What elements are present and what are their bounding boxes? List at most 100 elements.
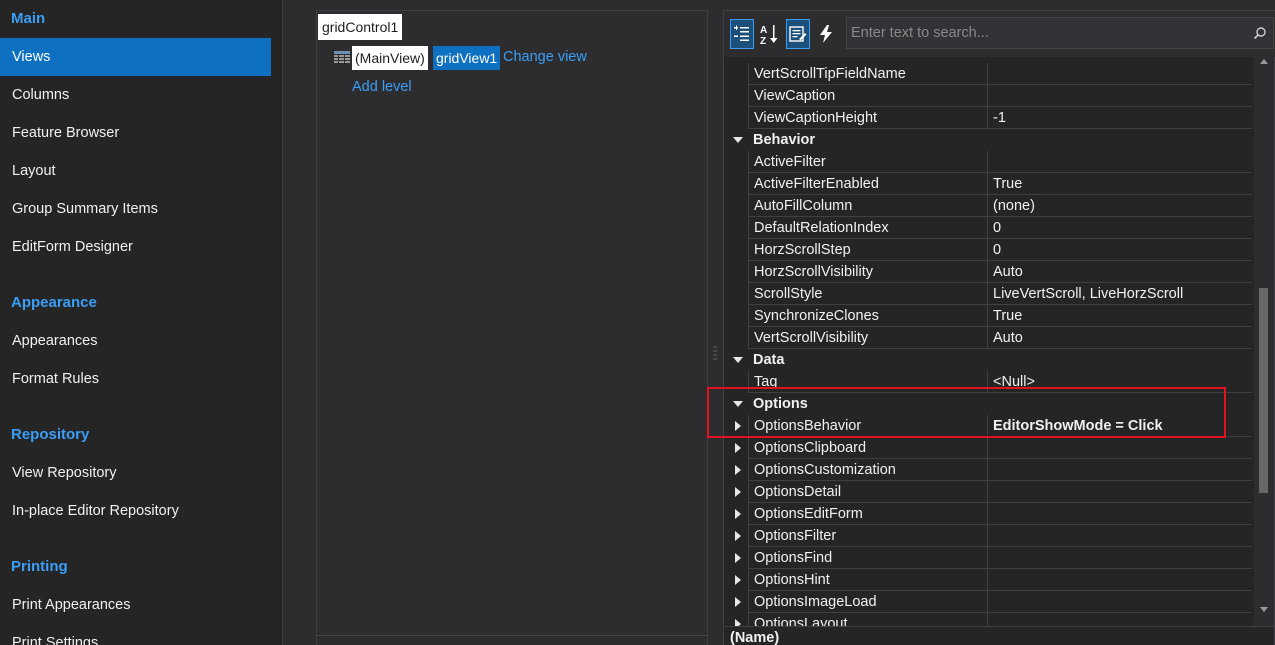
nav-item-print-appearances[interactable]: Print Appearances [0, 586, 271, 624]
level-designer-bottom-border [316, 635, 708, 636]
nav-item-view-repository[interactable]: View Repository [0, 454, 271, 492]
property-value[interactable]: True [988, 173, 1252, 195]
property-row-horzscrollvisibility[interactable]: HorzScrollVisibility Auto [724, 261, 1254, 283]
property-name: VertScrollTipFieldName [748, 63, 988, 85]
property-row-optionscustomization[interactable]: OptionsCustomization [724, 459, 1254, 481]
scroll-up-icon[interactable] [1259, 57, 1269, 65]
nav-item-group-summary-items[interactable]: Group Summary Items [0, 190, 271, 228]
property-value[interactable] [988, 459, 1252, 481]
grid-control-node[interactable]: gridControl1 [318, 14, 403, 40]
property-name: AutoFillColumn [748, 195, 988, 217]
property-row-optionsfilter[interactable]: OptionsFilter [724, 525, 1254, 547]
description-panel: (Name) [724, 626, 1274, 645]
property-value[interactable]: 0 [988, 217, 1252, 239]
property-value[interactable] [988, 437, 1252, 459]
property-value[interactable] [988, 503, 1252, 525]
expand-arrow-icon[interactable] [732, 569, 746, 591]
navigation-panel: Main Views Columns Feature Browser Layou… [0, 0, 283, 645]
events-button[interactable] [814, 19, 838, 49]
category-row-behavior[interactable]: Behavior [724, 129, 1254, 151]
property-value[interactable]: -1 [988, 107, 1252, 129]
property-value[interactable] [988, 151, 1252, 173]
scrollbar-thumb[interactable] [1259, 288, 1268, 493]
property-row-defaultrelationindex[interactable]: DefaultRelationIndex 0 [724, 217, 1254, 239]
collapse-arrow-icon[interactable] [732, 349, 746, 371]
property-value[interactable]: 0 [988, 239, 1252, 261]
categorized-icon [734, 25, 749, 41]
expand-arrow-icon[interactable] [732, 437, 746, 459]
property-value[interactable] [988, 481, 1252, 503]
property-value[interactable]: True [988, 305, 1252, 327]
change-view-link[interactable]: Change view [503, 49, 587, 65]
property-value[interactable]: LiveVertScroll, LiveHorzScroll [988, 283, 1252, 305]
nav-item-in-place-editor-repository[interactable]: In-place Editor Repository [0, 492, 271, 530]
search-input[interactable] [851, 18, 1241, 48]
property-name: OptionsDetail [748, 481, 988, 503]
nav-header-printing: Printing [11, 558, 68, 575]
property-value[interactable] [988, 569, 1252, 591]
property-row-vertscrollvisibility[interactable]: VertScrollVisibility Auto [724, 327, 1254, 349]
property-rows: VertScrollTipFieldName ViewCaption ViewCap… [724, 51, 1254, 626]
property-row-optionslayout[interactable]: OptionsLayout [724, 613, 1254, 626]
property-row-optionsdetail[interactable]: OptionsDetail [724, 481, 1254, 503]
property-name: OptionsClipboard [748, 437, 988, 459]
property-row-synchronizeclones[interactable]: SynchronizeClones True [724, 305, 1254, 327]
categorized-button[interactable] [730, 19, 754, 49]
expand-arrow-icon[interactable] [732, 547, 746, 569]
property-value[interactable] [988, 85, 1252, 107]
grid-view-icon [334, 51, 350, 63]
splitter-grip-icon[interactable] [713, 345, 717, 361]
nav-item-columns[interactable]: Columns [0, 76, 271, 114]
property-value[interactable]: Auto [988, 327, 1252, 349]
nav-item-format-rules[interactable]: Format Rules [0, 360, 271, 398]
vertical-scrollbar[interactable] [1254, 51, 1274, 626]
nav-item-editform-designer[interactable]: EditForm Designer [0, 228, 271, 266]
property-row-vertscrolltipfieldname[interactable]: VertScrollTipFieldName [724, 63, 1254, 85]
category-label: Data [753, 352, 785, 368]
nav-item-layout[interactable]: Layout [0, 152, 271, 190]
properties-button[interactable] [786, 19, 810, 49]
expand-arrow-icon[interactable] [732, 503, 746, 525]
lightning-icon [820, 25, 832, 43]
nav-item-appearances[interactable]: Appearances [0, 322, 271, 360]
alphabetical-button[interactable]: A Z [758, 19, 782, 49]
expand-arrow-icon[interactable] [732, 481, 746, 503]
property-value[interactable] [988, 525, 1252, 547]
property-row-optionseditform[interactable]: OptionsEditForm [724, 503, 1254, 525]
nav-item-print-settings[interactable]: Print Settings [0, 624, 271, 645]
property-name: ActiveFilterEnabled [748, 173, 988, 195]
expand-arrow-icon[interactable] [732, 459, 746, 481]
sort-az-icon: A Z [760, 25, 778, 45]
property-value[interactable] [988, 63, 1252, 85]
scroll-down-icon[interactable] [1259, 606, 1269, 614]
property-row-activefilterenabled[interactable]: ActiveFilterEnabled True [724, 173, 1254, 195]
add-level-link[interactable]: Add level [352, 79, 412, 95]
property-row-autofillcolumn[interactable]: AutoFillColumn (none) [724, 195, 1254, 217]
property-value[interactable] [988, 613, 1252, 626]
property-row-horzscrollstep[interactable]: HorzScrollStep 0 [724, 239, 1254, 261]
property-value[interactable]: (none) [988, 195, 1252, 217]
property-row-optionsclipboard[interactable]: OptionsClipboard [724, 437, 1254, 459]
nav-item-views[interactable]: Views [0, 38, 271, 76]
expand-arrow-icon[interactable] [732, 525, 746, 547]
property-value[interactable] [988, 591, 1252, 613]
grid-view-node[interactable]: gridView1 [433, 46, 501, 70]
search-icon[interactable] [1253, 26, 1267, 40]
collapse-arrow-icon[interactable] [732, 129, 746, 151]
property-row-viewcaption[interactable]: ViewCaption [724, 85, 1254, 107]
expand-arrow-icon[interactable] [732, 613, 746, 626]
description-title: (Name) [730, 630, 780, 645]
nav-header-main: Main [11, 10, 46, 27]
property-row-scrollstyle[interactable]: ScrollStyle LiveVertScroll, LiveHorzScrol… [724, 283, 1254, 305]
expand-arrow-icon[interactable] [732, 591, 746, 613]
category-row-data[interactable]: Data [724, 349, 1254, 371]
property-row-optionshint[interactable]: OptionsHint [724, 569, 1254, 591]
property-row-optionsfind[interactable]: OptionsFind [724, 547, 1254, 569]
main-view-label[interactable]: (MainView) [352, 46, 428, 70]
property-row-viewcaptionheight[interactable]: ViewCaptionHeight -1 [724, 107, 1254, 129]
property-value[interactable] [988, 547, 1252, 569]
property-row-optionsimageload[interactable]: OptionsImageLoad [724, 591, 1254, 613]
nav-item-feature-browser[interactable]: Feature Browser [0, 114, 271, 152]
property-row-activefilter[interactable]: ActiveFilter [724, 151, 1254, 173]
property-value[interactable]: Auto [988, 261, 1252, 283]
